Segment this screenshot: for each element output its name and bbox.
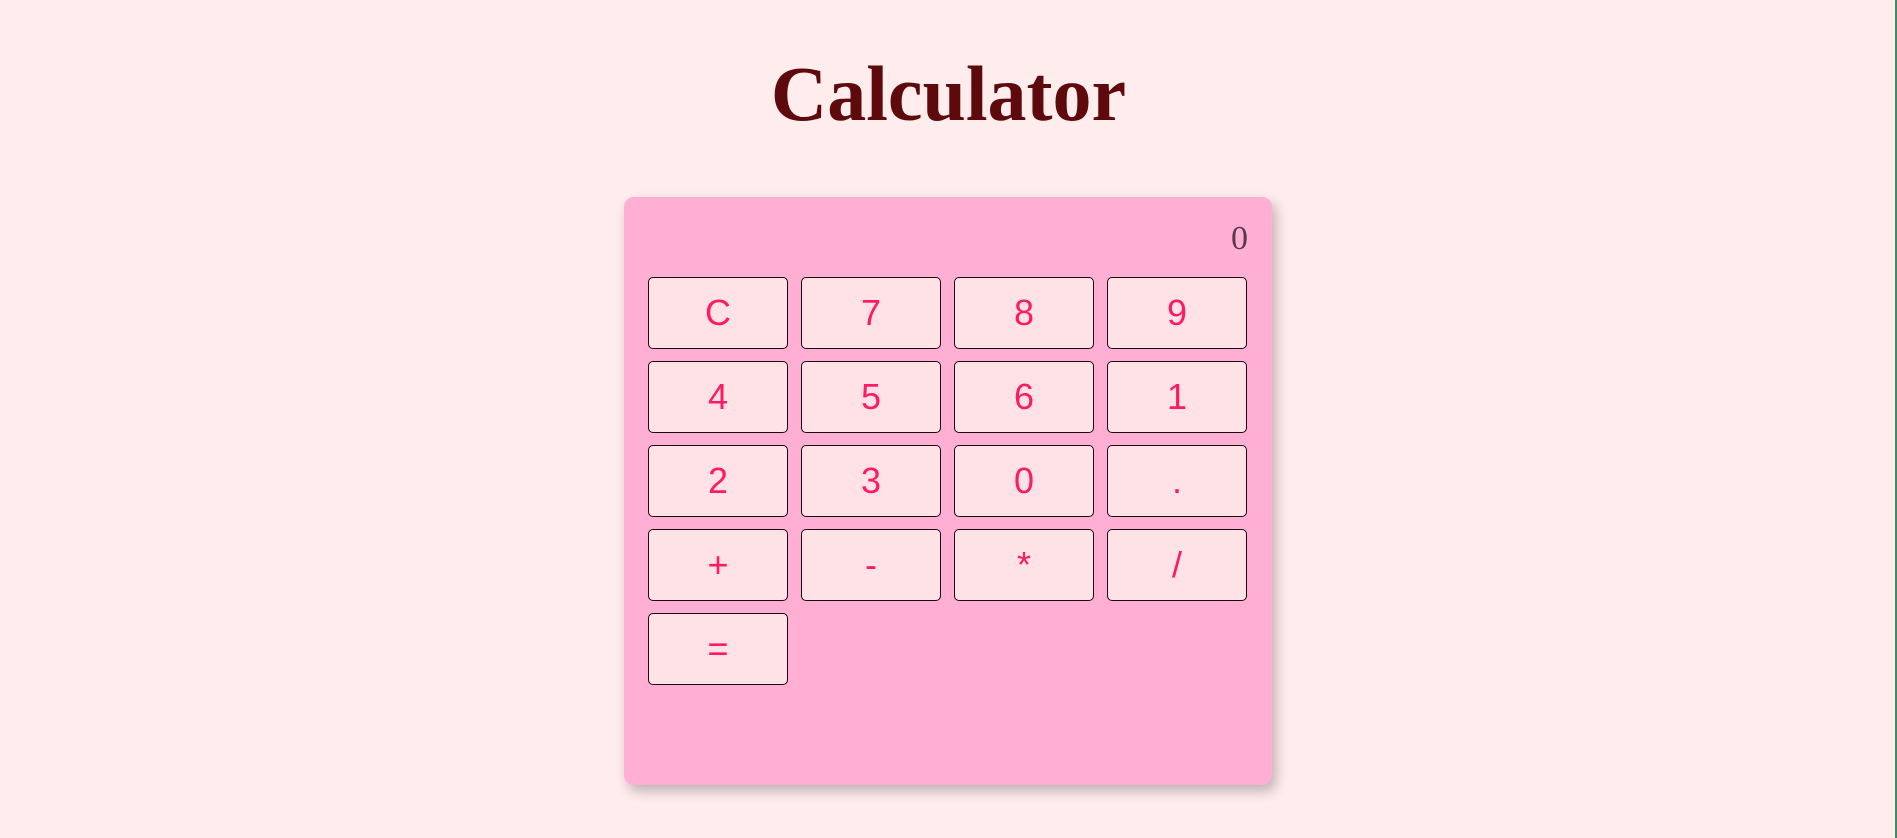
digit-3-button[interactable]: 3	[801, 445, 941, 517]
digit-4-button[interactable]: 4	[648, 361, 788, 433]
decimal-button[interactable]: .	[1107, 445, 1247, 517]
digit-9-button[interactable]: 9	[1107, 277, 1247, 349]
digit-2-button[interactable]: 2	[648, 445, 788, 517]
digit-6-button[interactable]: 6	[954, 361, 1094, 433]
add-button[interactable]: +	[648, 529, 788, 601]
equals-button[interactable]: =	[648, 613, 788, 685]
keypad: C 7 8 9 4 5 6 1 2 3 0 . + - * / =	[648, 277, 1248, 685]
page-title: Calculator	[770, 50, 1127, 137]
clear-button[interactable]: C	[648, 277, 788, 349]
multiply-button[interactable]: *	[954, 529, 1094, 601]
calculator-display: 0	[1231, 220, 1248, 257]
digit-0-button[interactable]: 0	[954, 445, 1094, 517]
digit-8-button[interactable]: 8	[954, 277, 1094, 349]
calculator-panel: 0 C 7 8 9 4 5 6 1 2 3 0 . + - * / =	[624, 197, 1272, 785]
digit-5-button[interactable]: 5	[801, 361, 941, 433]
subtract-button[interactable]: -	[801, 529, 941, 601]
digit-1-button[interactable]: 1	[1107, 361, 1247, 433]
divide-button[interactable]: /	[1107, 529, 1247, 601]
digit-7-button[interactable]: 7	[801, 277, 941, 349]
